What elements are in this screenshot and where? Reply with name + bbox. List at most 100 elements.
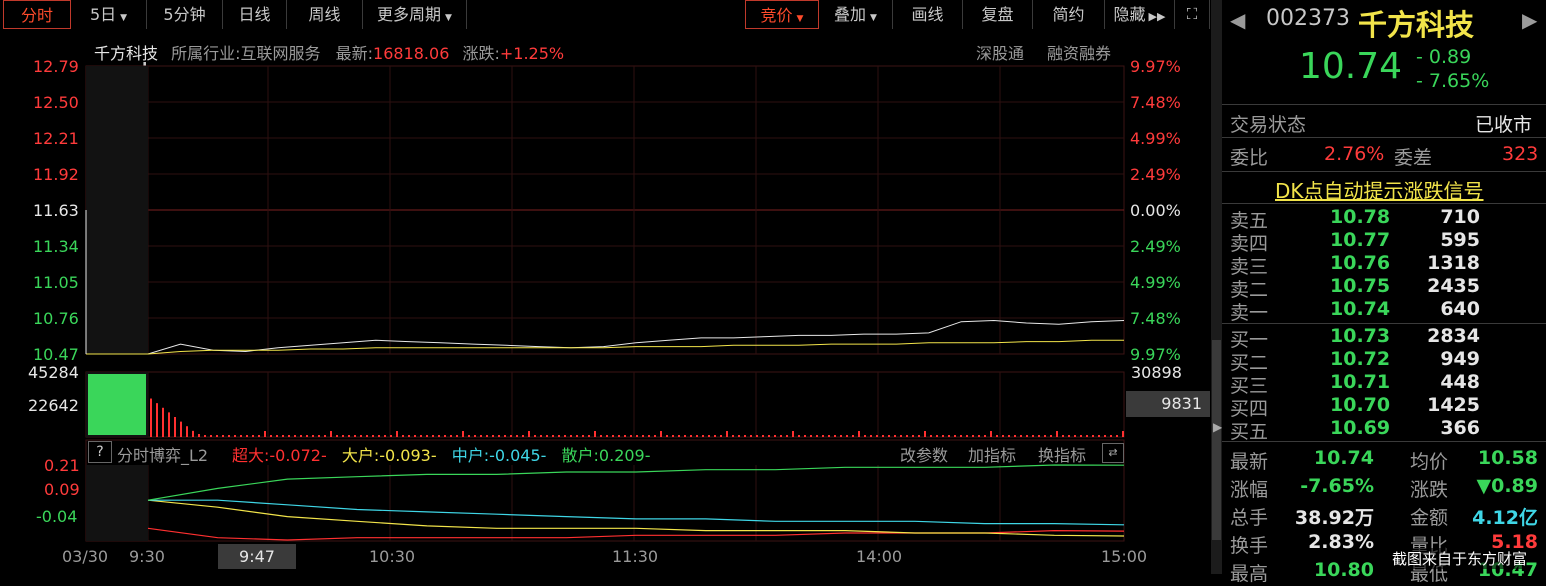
indicator-name[interactable]: 分时博弈_L2 (117, 442, 208, 466)
volume-bar (408, 435, 410, 437)
ask-row[interactable]: 卖二 10.75 2435 (1222, 275, 1546, 301)
volume-bar (216, 435, 218, 437)
volume-bar (660, 431, 662, 437)
stat-value: 10.74 (1313, 447, 1374, 469)
volume-bar (228, 435, 230, 437)
volume-bar (804, 435, 806, 437)
volume-bar (432, 435, 434, 437)
volume-bar (150, 398, 152, 437)
volume-bar (750, 435, 752, 437)
volume-bar (624, 435, 626, 437)
volume-bar (558, 435, 560, 437)
price-line (86, 319, 1125, 355)
quote-panel: ◀ 002373 千方科技 ▶ 10.74 - 0.89 - 7.65% 交易状… (1222, 0, 1546, 585)
watermark: 截图来自于东方财富 (1392, 548, 1528, 569)
bid-row[interactable]: 买三 10.71 448 (1222, 371, 1546, 397)
volume-bar (1122, 431, 1124, 437)
volume-bar (168, 412, 170, 437)
expand-arrow-icon[interactable]: ▶ (1213, 420, 1222, 434)
add-indicator-button[interactable]: 加指标 (968, 442, 1016, 466)
premarket-shade (86, 66, 148, 354)
volume-bar (576, 435, 578, 437)
volume-bar (708, 435, 710, 437)
volume-bar (906, 435, 908, 437)
stat-value: 10.80 (1313, 559, 1374, 581)
edit-params-button[interactable]: 改参数 (900, 442, 948, 466)
ask-row[interactable]: 卖三 10.76 1318 (1222, 252, 1546, 278)
volume-bar (816, 435, 818, 437)
stat-value: ▼0.89 (1476, 475, 1539, 497)
splitter-handle[interactable] (1212, 340, 1221, 540)
indicator-line (148, 499, 1125, 526)
stat-label: 最新 (1230, 451, 1269, 473)
volume-bar (258, 435, 260, 437)
volume-bar (300, 435, 302, 437)
volume-right-label: 30898 (1131, 363, 1182, 382)
next-stock-icon[interactable]: ▶ (1522, 8, 1537, 32)
volume-cursor-badge: 9831 (1126, 391, 1210, 417)
wc-value: 323 (1502, 143, 1539, 165)
volume-bar (186, 426, 188, 437)
stat-value: 38.92万 (1294, 507, 1374, 529)
volume-bar (204, 435, 206, 437)
volume-bar (744, 435, 746, 437)
volume-bar (252, 435, 254, 437)
volume-bar (270, 435, 272, 437)
volume-bar (690, 435, 692, 437)
bid-row[interactable]: 买二 10.72 949 (1222, 348, 1546, 374)
volume-bar (924, 431, 926, 437)
bid-row[interactable]: 买四 10.70 1425 (1222, 394, 1546, 420)
volume-bar (354, 435, 356, 437)
trade-status-value: 已收市 (1475, 114, 1533, 136)
wc-label: 委差 (1394, 147, 1433, 169)
volume-bar (780, 435, 782, 437)
level-volume: 2834 (1427, 325, 1480, 347)
indicator-y-mid: 0.09 (44, 480, 80, 499)
volume-bar (156, 403, 158, 437)
level-volume: 448 (1440, 371, 1480, 393)
indicator-line (147, 527, 1125, 541)
bid-row[interactable]: 买五 10.69 366 (1222, 417, 1546, 443)
volume-bar (492, 435, 494, 437)
volume-bar (174, 417, 176, 437)
ask-row[interactable]: 卖四 10.77 595 (1222, 229, 1546, 255)
bid-row[interactable]: 买一 10.73 2834 (1222, 325, 1546, 351)
volume-bar (396, 431, 398, 437)
level-price: 10.78 (1330, 206, 1391, 228)
volume-bar (894, 435, 896, 437)
dk-signal-link[interactable]: DK点自动提示涨跌信号 (1275, 175, 1484, 204)
auction-volume-block (88, 374, 146, 435)
volume-bar (534, 435, 536, 437)
volume-bar (588, 435, 590, 437)
switch-indicator-button[interactable]: 换指标 (1038, 442, 1086, 466)
level-price: 10.72 (1330, 348, 1391, 370)
volume-bar (738, 435, 740, 437)
stat-label: 最高 (1230, 563, 1269, 585)
volume-panel-border (85, 371, 1125, 438)
volume-bar (222, 435, 224, 437)
volume-bar (1104, 435, 1106, 437)
price-change-pct: - 7.65% (1416, 70, 1490, 92)
ask-row[interactable]: 卖五 10.78 710 (1222, 206, 1546, 232)
volume-bar (306, 435, 308, 437)
level-volume: 949 (1440, 348, 1480, 370)
volume-bar (282, 435, 284, 437)
help-icon[interactable]: ? (88, 441, 112, 463)
volume-bar (360, 435, 362, 437)
ask-row[interactable]: 卖一 10.74 640 (1222, 298, 1546, 324)
volume-bar (1116, 435, 1118, 437)
volume-bar (516, 435, 518, 437)
level-volume: 366 (1440, 417, 1480, 439)
level-price: 10.75 (1330, 275, 1391, 297)
volume-bar (288, 435, 290, 437)
prev-stock-icon[interactable]: ◀ (1230, 8, 1245, 32)
volume-bar (1044, 435, 1046, 437)
switch-arrows-icon[interactable]: ⇄ (1102, 443, 1124, 463)
level-price: 10.74 (1330, 298, 1391, 320)
volume-bar (618, 435, 620, 437)
premarket-shade (86, 465, 148, 541)
volume-bar (1020, 435, 1022, 437)
volume-bar (918, 435, 920, 437)
volume-bar (318, 435, 320, 437)
volume-bar (810, 435, 812, 437)
